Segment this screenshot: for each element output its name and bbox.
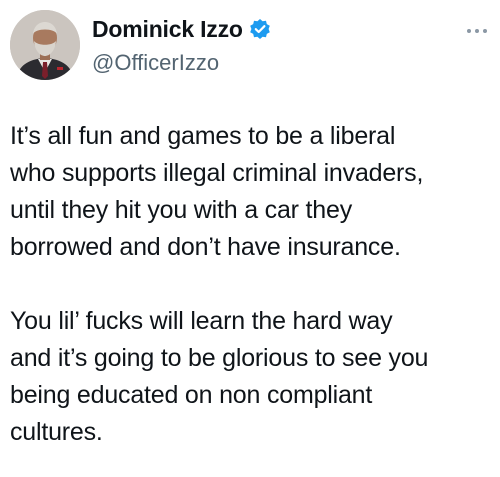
more-dot: [467, 29, 471, 33]
tweet-line: who supports illegal criminal invaders,: [10, 159, 424, 187]
display-name-row: Dominick Izzo: [92, 14, 271, 44]
avatar-photo-icon: [10, 10, 80, 80]
tweet-line: borrowed and don’t have insurance.: [10, 233, 401, 261]
more-dot: [475, 29, 479, 33]
verified-badge-icon[interactable]: [249, 18, 271, 40]
author-handle[interactable]: @OfficerIzzo: [92, 50, 271, 76]
tweet-card: Dominick Izzo @OfficerIzzo It’s all fun …: [0, 0, 500, 477]
tweet-line: cultures.: [10, 418, 103, 446]
tweet-paragraph: It’s all fun and games to be a liberal w…: [10, 118, 488, 266]
tweet-line: It’s all fun and games to be a liberal: [10, 122, 396, 150]
author-names: Dominick Izzo @OfficerIzzo: [92, 14, 271, 76]
more-options-icon[interactable]: [464, 24, 490, 38]
tweet-text: It’s all fun and games to be a liberal w…: [10, 118, 488, 451]
tweet-line: until they hit you with a car they: [10, 196, 352, 224]
tweet-line: You lil’ fucks will learn the hard way: [10, 307, 393, 335]
avatar[interactable]: [10, 10, 80, 80]
more-dot: [483, 29, 487, 33]
tweet-paragraph: You lil’ fucks will learn the hard way a…: [10, 303, 488, 451]
display-name[interactable]: Dominick Izzo: [92, 16, 243, 43]
tweet-header: Dominick Izzo @OfficerIzzo: [10, 10, 490, 82]
tweet-line: being educated on non compliant: [10, 381, 373, 409]
tweet-line: and it’s going to be glorious to see you: [10, 344, 429, 372]
